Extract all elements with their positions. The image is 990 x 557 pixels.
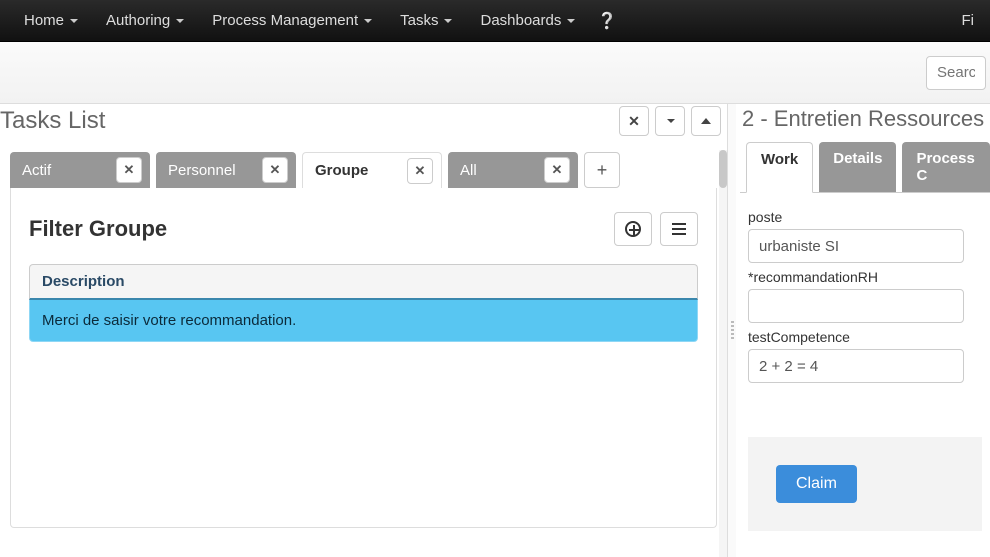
nav-tasks[interactable]: Tasks [386, 2, 466, 39]
input-testcompetence[interactable] [748, 349, 964, 383]
tab-process-context[interactable]: Process C [902, 142, 990, 192]
caret-down-icon [567, 19, 575, 23]
list-view-button[interactable] [660, 212, 698, 246]
filter-title: Filter Groupe [29, 216, 167, 242]
nav-label: Dashboards [480, 12, 561, 29]
splitter-handle[interactable] [728, 104, 736, 557]
caret-down-icon [364, 19, 372, 23]
scrollbar-thumb[interactable] [719, 150, 727, 188]
filter-tab-personnel[interactable]: Personnel ✕ [156, 152, 296, 188]
panel-collapse-button[interactable] [691, 106, 721, 136]
add-filter-tab-button[interactable]: + [584, 152, 620, 188]
filter-tab-label: Personnel [168, 162, 236, 179]
close-icon[interactable]: ✕ [544, 157, 570, 183]
nav-label: Authoring [106, 12, 170, 29]
caret-down-icon [70, 19, 78, 23]
task-detail-title: 2 - Entretien Ressources [740, 104, 990, 142]
filter-tab-actif[interactable]: Actif ✕ [10, 152, 150, 188]
filter-tab-groupe[interactable]: Groupe ✕ [302, 152, 442, 188]
label-poste: poste [748, 209, 982, 225]
chevron-up-icon [701, 118, 711, 124]
right-pane: 2 - Entretien Ressources Work Details Pr… [736, 104, 990, 557]
label-testcompetence: testCompetence [748, 329, 982, 345]
panel-close-button[interactable]: ✕ [619, 106, 649, 136]
filter-tab-label: Groupe [315, 162, 368, 179]
claim-row: Claim [748, 437, 982, 531]
filter-tabs-row: Actif ✕ Personnel ✕ Groupe ✕ All ✕ + [0, 146, 727, 188]
nav-process-management[interactable]: Process Management [198, 2, 386, 39]
panel-controls: ✕ [613, 106, 721, 136]
search-input[interactable] [926, 56, 986, 90]
caret-down-icon [176, 19, 184, 23]
top-navbar: Home Authoring Process Management Tasks … [0, 0, 990, 42]
work-tabs: Work Details Process C [740, 142, 990, 193]
tab-details[interactable]: Details [819, 142, 896, 192]
claim-button[interactable]: Claim [776, 465, 857, 503]
tasks-list-title: Tasks List [0, 107, 105, 135]
nav-right-cut[interactable]: Fi [956, 2, 981, 39]
nav-label: Process Management [212, 12, 358, 29]
nav-dashboards[interactable]: Dashboards [466, 2, 589, 39]
column-header-description[interactable]: Description [29, 264, 698, 300]
close-icon[interactable]: ✕ [407, 158, 433, 184]
subbar [0, 42, 990, 104]
close-icon[interactable]: ✕ [116, 157, 142, 183]
nav-label: Tasks [400, 12, 438, 29]
task-row[interactable]: Merci de saisir votre recommandation. [29, 300, 698, 342]
add-task-button[interactable] [614, 212, 652, 246]
tasks-list-header: Tasks List ✕ [0, 104, 727, 146]
nav-home[interactable]: Home [10, 2, 92, 39]
caret-down-icon [667, 119, 675, 123]
panel-menu-button[interactable] [655, 106, 685, 136]
filter-card-header: Filter Groupe [29, 212, 698, 246]
form-area: poste *recommandationRH testCompetence C… [740, 193, 990, 541]
input-poste[interactable] [748, 229, 964, 263]
filter-tab-all[interactable]: All ✕ [448, 152, 578, 188]
close-icon[interactable]: ✕ [262, 157, 288, 183]
nav-label: Home [24, 12, 64, 29]
left-pane: Tasks List ✕ Actif ✕ Personnel ✕ Groupe … [0, 104, 728, 557]
plus-circle-icon [625, 221, 641, 237]
grip-icon [731, 321, 734, 341]
filter-tab-label: Actif [22, 162, 51, 179]
label-recommandation: *recommandationRH [748, 269, 982, 285]
help-icon[interactable]: ❔ [597, 11, 617, 31]
input-recommandation[interactable] [748, 289, 964, 323]
filter-card: Filter Groupe Description Merci de saisi… [10, 188, 717, 528]
left-scrollbar[interactable] [719, 150, 727, 557]
tab-work[interactable]: Work [746, 142, 813, 193]
filter-tab-label: All [460, 162, 477, 179]
caret-down-icon [444, 19, 452, 23]
nav-authoring[interactable]: Authoring [92, 2, 198, 39]
filter-header-buttons [614, 212, 698, 246]
main-split: Tasks List ✕ Actif ✕ Personnel ✕ Groupe … [0, 104, 990, 557]
list-icon [672, 223, 686, 235]
